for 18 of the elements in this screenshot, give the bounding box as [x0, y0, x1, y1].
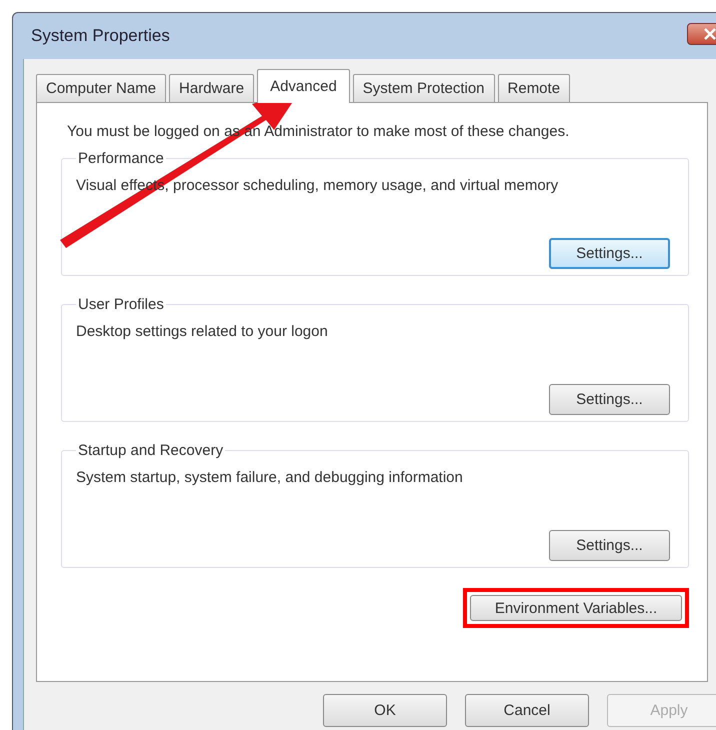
settings-button[interactable]: Settings... — [549, 530, 670, 561]
tab[interactable]: Hardware — [169, 74, 254, 102]
settings-button[interactable]: Settings... — [549, 384, 670, 415]
window-title: System Properties — [31, 26, 170, 46]
group-description: Desktop settings related to your logon — [76, 323, 329, 340]
environment-variables-button[interactable]: Environment Variables... — [470, 595, 682, 621]
tab[interactable]: System Protection — [352, 74, 495, 102]
tab[interactable]: Remote — [498, 74, 570, 102]
tab[interactable]: Computer Name — [36, 74, 166, 102]
close-icon — [702, 28, 716, 40]
dialog-button[interactable]: OK — [323, 694, 447, 727]
settings-button[interactable]: Settings... — [549, 238, 670, 269]
group-title: Performance — [77, 150, 165, 167]
group-description: System startup, system failure, and debugging information — [76, 469, 464, 486]
group-title: User Profiles — [77, 296, 165, 313]
tab[interactable]: Advanced — [257, 69, 350, 103]
dialog-button[interactable]: Cancel — [465, 694, 589, 727]
group-title: Startup and Recovery — [77, 442, 224, 459]
